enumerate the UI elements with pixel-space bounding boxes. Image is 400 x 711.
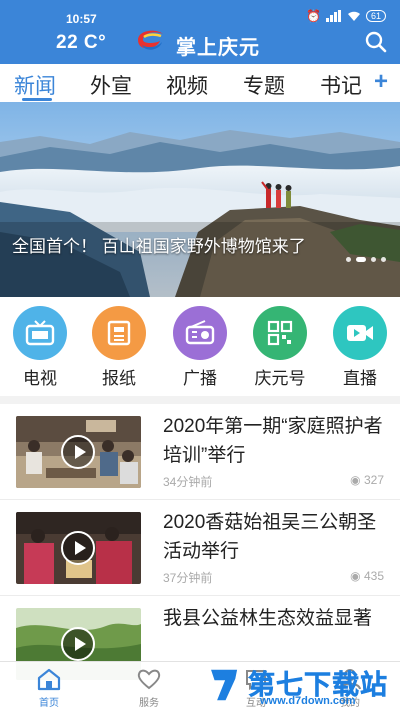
play-icon[interactable] — [61, 435, 95, 469]
eye-icon: ◉ — [350, 473, 364, 487]
quick-link-newspaper[interactable]: 报纸 — [84, 306, 154, 389]
heart-icon — [137, 669, 161, 690]
news-title: 我县公益林生态效益显著 — [163, 608, 373, 629]
video-camera-icon-circle — [333, 306, 387, 360]
quick-link-label: 电视 — [23, 369, 57, 388]
quick-link-qingyuan-account[interactable]: 庆元号 — [245, 306, 315, 389]
nav-label: 服务 — [139, 698, 159, 709]
carousel-dot — [346, 257, 351, 262]
quick-link-label: 广播 — [183, 369, 217, 388]
watermark-logo-icon — [208, 668, 239, 702]
quick-link-label: 直播 — [343, 369, 377, 388]
radio-icon — [185, 320, 215, 345]
hero-caption[interactable]: 全国首个！ 百山祖国家野外博物馆来了 — [12, 235, 322, 259]
alarm-icon: ⏰ — [306, 9, 321, 23]
carousel-indicator — [346, 257, 386, 262]
news-views: ◉ 327 — [350, 473, 384, 487]
carousel-dot — [381, 257, 386, 262]
news-views-count: 327 — [363, 473, 384, 487]
tv-icon-circle — [13, 306, 67, 360]
status-icons: ⏰ 61 — [306, 10, 386, 22]
tab-publicity[interactable]: 外宣 — [90, 70, 132, 100]
nav-service[interactable]: 服务 — [119, 666, 179, 709]
active-tab-indicator — [22, 98, 52, 101]
tab-video[interactable]: 视频 — [166, 70, 208, 100]
news-time: 37分钟前 — [163, 571, 213, 585]
weather-temperature: 22 C° — [56, 32, 107, 53]
tab-topics[interactable]: 专题 — [243, 70, 285, 100]
search-icon[interactable] — [364, 30, 388, 54]
category-tabs: 新闻 外宣 视频 专题 书记 + — [0, 64, 400, 102]
battery-indicator: 61 — [365, 10, 386, 22]
signal-icon — [325, 10, 341, 22]
news-item[interactable]: 2020香菇始祖吴三公朝圣活动举行 37分钟前 ◉ 435 — [0, 500, 400, 596]
news-views-count: 435 — [363, 569, 384, 583]
app-header: 10:57 ⏰ 61 22 C° 掌上庆元 — [0, 0, 400, 64]
tab-news[interactable]: 新闻 — [14, 70, 56, 100]
quick-link-radio[interactable]: 广播 — [165, 306, 235, 389]
news-title: 2020年第一期“家庭照护者培训”举行 — [163, 416, 383, 466]
hero-image — [0, 102, 400, 297]
quick-links: 电视 报纸 广播 庆元号 直播 — [0, 306, 400, 396]
tv-icon — [25, 320, 55, 346]
play-icon[interactable] — [61, 531, 95, 565]
wifi-icon — [347, 11, 360, 21]
tab-secretary[interactable]: 书记 — [320, 70, 362, 100]
news-time: 34分钟前 — [163, 475, 213, 489]
nav-label: 首页 — [39, 698, 59, 709]
quick-link-label: 报纸 — [102, 369, 136, 388]
home-icon — [37, 668, 61, 691]
news-title: 2020香菇始祖吴三公朝圣活动举行 — [163, 512, 377, 562]
eye-icon: ◉ — [350, 569, 364, 583]
play-icon[interactable] — [61, 627, 95, 661]
news-thumbnail — [16, 512, 141, 584]
status-time: 10:57 — [66, 12, 97, 26]
quick-link-label: 庆元号 — [254, 369, 306, 388]
quick-link-tv[interactable]: 电视 — [5, 306, 75, 389]
qr-code-icon-circle — [253, 306, 307, 360]
watermark-url: www.d7down.com — [260, 695, 356, 707]
quick-link-live[interactable]: 直播 — [325, 306, 395, 389]
news-item[interactable]: 2020年第一期“家庭照护者培训”举行 34分钟前 ◉ 327 — [0, 404, 400, 500]
nav-home[interactable]: 首页 — [19, 666, 79, 709]
app-title: 掌上庆元 — [176, 37, 260, 59]
news-thumbnail — [16, 416, 141, 488]
add-tab-button[interactable]: + — [374, 68, 388, 96]
watermark: 第七下载站 www.d7down.com — [196, 661, 400, 711]
news-views: ◉ 435 — [350, 569, 384, 583]
video-camera-icon — [347, 325, 373, 341]
radio-icon-circle — [173, 306, 227, 360]
section-divider — [0, 396, 400, 404]
newspaper-icon — [107, 320, 131, 346]
carousel-dot-active — [356, 257, 366, 262]
newspaper-icon-circle — [92, 306, 146, 360]
hero-banner[interactable]: 全国首个！ 百山祖国家野外博物馆来了 — [0, 102, 400, 297]
app-logo-icon — [138, 30, 163, 50]
carousel-dot — [371, 257, 376, 262]
qr-code-icon — [267, 320, 293, 346]
